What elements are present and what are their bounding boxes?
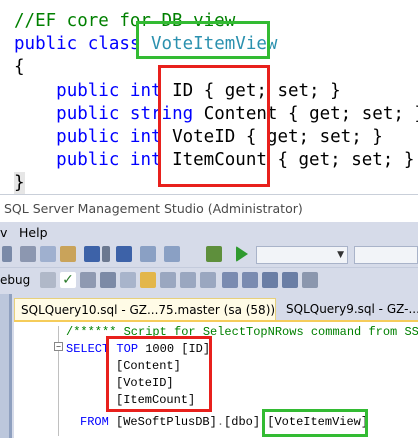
sql-editor-toolbar: ebug ✓ <box>0 268 418 294</box>
view-name: [VoteItemView] <box>267 415 369 429</box>
property-type: int <box>129 81 162 101</box>
standard-toolbar: ▼ <box>0 242 418 268</box>
ssms-window: SQL Server Management Studio (Administra… <box>0 194 418 438</box>
class-declaration-line: public class VoteItemView <box>14 33 277 55</box>
navigate-back-icon[interactable] <box>140 246 156 262</box>
window-title: SQL Server Management Studio (Administra… <box>4 201 303 216</box>
property-modifier: public <box>56 104 120 124</box>
property-name: ItemCount <box>172 150 267 170</box>
decrease-indent-icon[interactable] <box>262 272 278 288</box>
tab-label: SQLQuery9.sql - GZ-...75.master <box>286 302 418 316</box>
sql-column: [VoteID] <box>116 376 174 390</box>
include-plan-icon[interactable] <box>140 272 156 288</box>
csharp-code-editor[interactable]: //EF core for DB view public class VoteI… <box>0 0 418 194</box>
results-grid-icon[interactable] <box>160 272 176 288</box>
collapse-toggle-icon[interactable]: − <box>54 342 63 351</box>
menu-bar: v Help <box>0 222 418 242</box>
new-query-icon[interactable] <box>206 246 222 262</box>
property-accessors: { get; set; } <box>203 81 341 101</box>
sql-query-editor[interactable]: − /****** Script for SelectTopNRows comm… <box>14 320 418 438</box>
class-keyword: class <box>87 34 141 54</box>
solution-config-select[interactable]: ▼ <box>256 246 348 264</box>
menu-help[interactable]: Help <box>19 225 48 240</box>
from-keyword: FROM <box>80 415 109 429</box>
property-type: int <box>129 150 162 170</box>
parse-check-icon[interactable]: ✓ <box>60 272 76 288</box>
document-tabs: SQLQuery10.sql - GZ...75.master (sa (58)… <box>14 298 418 320</box>
sql-select-line: SELECT TOP 1000 [ID] <box>66 341 210 357</box>
specify-values-icon[interactable] <box>302 272 318 288</box>
tab-sqlquery9[interactable]: SQLQuery9.sql - GZ-...75.master <box>280 298 418 320</box>
sql-column: [Content] <box>116 359 181 373</box>
chevron-down-icon: ▼ <box>337 250 344 260</box>
property-name: ID <box>172 81 194 101</box>
top-keyword: TOP <box>116 342 139 356</box>
property-accessors: { get; set; } <box>245 127 383 147</box>
paste-icon[interactable] <box>60 246 76 262</box>
property-line: public string Content { get; set; } <box>14 103 418 125</box>
property-type: int <box>129 127 162 147</box>
increase-indent-icon[interactable] <box>282 272 298 288</box>
results-file-icon[interactable] <box>200 272 216 288</box>
cut-icon[interactable] <box>20 246 36 262</box>
navigate-forward-icon[interactable] <box>164 246 180 262</box>
query-options-icon[interactable] <box>120 272 136 288</box>
close-brace: } <box>14 172 25 194</box>
property-modifier: public <box>56 150 120 170</box>
comment-icon[interactable] <box>222 272 238 288</box>
dropdown-icon[interactable] <box>102 246 110 262</box>
class-modifier: public <box>14 34 78 54</box>
debug-button[interactable]: ebug <box>0 273 30 287</box>
select-keyword: SELECT <box>66 342 110 356</box>
start-icon[interactable] <box>236 246 248 262</box>
title-bar: SQL Server Management Studio (Administra… <box>0 194 418 222</box>
code-comment: //EF core for DB view <box>14 11 236 31</box>
top-count: 1000 <box>145 342 175 356</box>
tab-sqlquery10[interactable]: SQLQuery10.sql - GZ...75.master (sa (58)… <box>14 298 276 320</box>
undo-icon[interactable] <box>2 246 12 262</box>
results-to-icon[interactable] <box>100 272 116 288</box>
sql-comment: /****** Script for SelectTopNRows comman… <box>66 325 418 339</box>
property-name: VoteID <box>172 127 236 147</box>
redo-arrow-icon[interactable] <box>116 246 132 262</box>
property-line: public int ID { get; set; } <box>14 80 341 102</box>
property-accessors: { get; set; } <box>288 104 418 124</box>
property-modifier: public <box>56 127 120 147</box>
uncomment-icon[interactable] <box>242 272 258 288</box>
sql-column: [ItemCount] <box>116 393 196 407</box>
undo-arrow-icon[interactable] <box>84 246 100 262</box>
schema-name: [dbo] <box>224 415 261 429</box>
menu-view[interactable]: v <box>0 225 7 240</box>
panel-border <box>9 294 12 438</box>
property-modifier: public <box>56 81 120 101</box>
property-accessors: { get; set; } <box>277 150 415 170</box>
stop-icon[interactable] <box>40 272 56 288</box>
copy-icon[interactable] <box>40 246 56 262</box>
property-name: Content <box>203 104 278 124</box>
object-explorer-edge[interactable] <box>0 294 12 438</box>
property-line: public int VoteID { get; set; } <box>14 126 383 148</box>
results-text-icon[interactable] <box>180 272 196 288</box>
sql-column: [ID] <box>181 342 211 356</box>
sql-from-line: FROM [WeSoftPlusDB].[dbo].[VoteItemView] <box>80 415 369 429</box>
property-type: string <box>129 104 194 124</box>
property-line: public int ItemCount { get; set; } <box>14 149 414 171</box>
find-box[interactable] <box>354 246 418 264</box>
tab-label: SQLQuery10.sql - GZ...75.master (sa (58)… <box>21 303 276 317</box>
class-name: VoteItemView <box>151 34 278 54</box>
cancel-query-icon[interactable] <box>80 272 96 288</box>
open-brace: { <box>14 57 25 77</box>
database-name: [WeSoftPlusDB] <box>116 415 217 429</box>
